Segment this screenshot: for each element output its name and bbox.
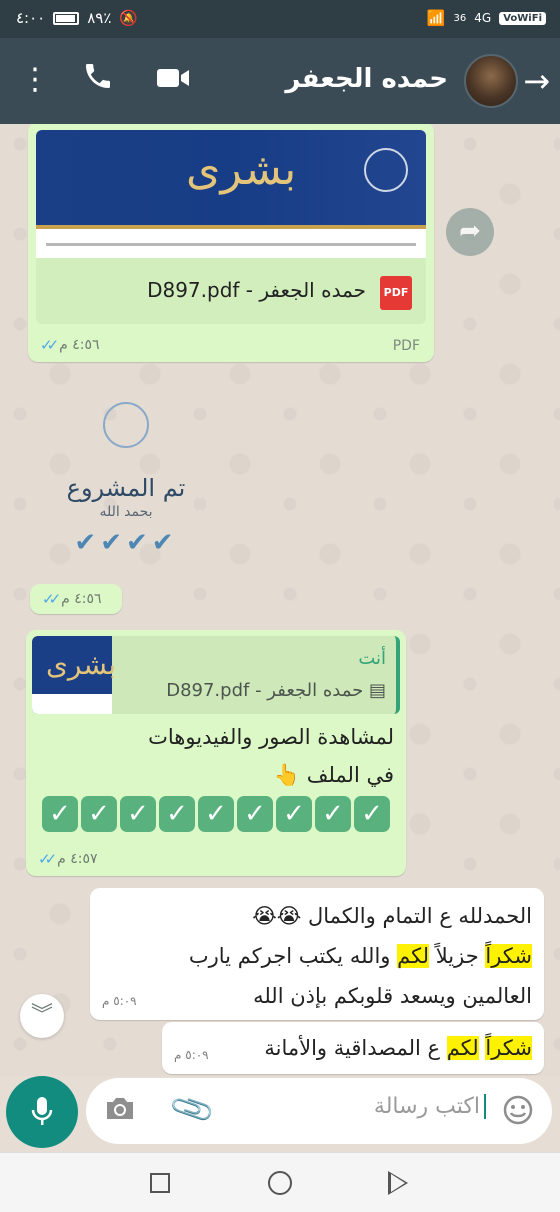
message-input[interactable]	[266, 1094, 486, 1119]
message-line-3: العالمين ويسعد قلوبكم بإذن الله	[253, 984, 532, 1008]
message-time: ٤:٥٧ م	[57, 851, 98, 867]
message-text: الحمدلله ع التمام والكمال 😭😭 شكراً جزيلا…	[189, 896, 532, 1016]
signal-label: 36	[453, 12, 467, 24]
battery-icon	[53, 11, 80, 25]
message-meta: ٤:٥٦ م ✓✓	[42, 590, 102, 608]
pdf-icon: PDF	[380, 276, 412, 310]
reply-line-1: لمشاهدة الصور والفيديوهات	[148, 725, 394, 749]
reply-line-2: في الملف 👆	[273, 763, 394, 787]
check-box-icon: ✓	[354, 796, 390, 832]
quoted-message[interactable]: بشرى أنت ▤ حمده الجعفر - D897.pdf	[32, 636, 400, 714]
system-nav-bar	[0, 1152, 560, 1212]
sticker-message[interactable]: تم المشروع بحمد الله ✔✔✔✔	[46, 402, 206, 577]
status-right: 📶 36 4G VoWiFi	[427, 9, 546, 27]
status-left: ٤:٠٠ ٨٩٪ 🔕	[16, 9, 138, 27]
battery-percent: ٨٩٪	[87, 9, 112, 27]
scroll-down-icon[interactable]: ︾	[20, 994, 64, 1038]
highlight-text: شكراً	[485, 1036, 532, 1060]
check-box-icon: ✓	[120, 796, 156, 832]
pdf-file-name: حمده الجعفر - D897.pdf	[147, 278, 366, 302]
check-box-icon: ✓	[237, 796, 273, 832]
company-logo-icon	[364, 148, 408, 192]
mute-icon: 🔕	[119, 9, 139, 27]
banner-image: بشرى	[36, 130, 426, 225]
incoming-message[interactable]: الحمدلله ع التمام والكمال 😭😭 شكراً جزيلا…	[90, 888, 544, 1020]
check-box-icon: ✓	[159, 796, 195, 832]
quote-thumbnail: بشرى	[32, 636, 116, 714]
emoji-icon[interactable]	[502, 1094, 534, 1133]
check-box-icon: ✓	[81, 796, 117, 832]
read-ticks-icon: ✓✓	[38, 850, 57, 868]
check-box-icon: ✓	[198, 796, 234, 832]
video-call-icon[interactable]	[155, 63, 191, 99]
chat-area[interactable]: بشرى PDF حمده الجعفر - D897.pdf PDF ٤:٥٦…	[0, 124, 560, 1076]
thumb-word: بشرى	[46, 648, 117, 681]
input-bar: 📎	[0, 1076, 560, 1152]
message-time: ٥:٠٩ م	[174, 1048, 209, 1062]
nav-back-icon[interactable]	[388, 1171, 408, 1195]
highlight-text: شكراً	[485, 944, 532, 968]
home-icon[interactable]	[268, 1171, 292, 1195]
document-icon: ▤	[368, 680, 386, 701]
voice-call-icon[interactable]	[82, 60, 114, 103]
message-meta: ٤:٥٦ م ✓✓	[40, 336, 100, 354]
forward-icon[interactable]: ➦	[446, 208, 494, 256]
highlight-text: لكم	[397, 944, 430, 968]
file-type: PDF	[392, 338, 420, 354]
status-bar: ٤:٠٠ ٨٩٪ 🔕 📶 36 4G VoWiFi	[0, 0, 560, 38]
plain-text: جزيلاً	[429, 944, 486, 968]
check-box-icon: ✓	[315, 796, 351, 832]
more-options-icon[interactable]: ⋮	[20, 60, 50, 100]
sticker-title: تم المشروع	[66, 474, 186, 502]
read-ticks-icon: ✓✓	[40, 336, 59, 354]
sticker-company-line	[46, 452, 206, 460]
message-time: ٥:٠٩ م	[102, 994, 137, 1008]
sticker-time-chip: ٤:٥٦ م ✓✓	[30, 584, 122, 614]
incoming-message[interactable]: شكراً لكم ع المصداقية والأمانة ٥:٠٩ م	[162, 1022, 544, 1074]
mic-button[interactable]	[6, 1076, 78, 1148]
check-box-icon: ✓	[276, 796, 312, 832]
pdf-preview[interactable]: بشرى	[36, 130, 426, 258]
banner-text	[36, 243, 426, 258]
check-row: ✓ ✓ ✓ ✓ ✓ ✓ ✓ ✓ ✓	[42, 796, 390, 832]
vowifi-badge: VoWiFi	[499, 11, 546, 25]
wifi-icon: 📶	[426, 9, 446, 27]
banner-word: بشرى	[186, 144, 297, 195]
quote-author: أنت	[358, 648, 386, 669]
pdf-message[interactable]: بشرى PDF حمده الجعفر - D897.pdf PDF ٤:٥٦…	[28, 124, 434, 362]
pdf-file-row[interactable]: PDF حمده الجعفر - D897.pdf	[36, 258, 426, 324]
reply-text: لمشاهدة الصور والفيديوهات في الملف 👆	[148, 718, 394, 794]
quote-file-text: حمده الجعفر - D897.pdf	[166, 680, 364, 701]
message-line-2: شكراً جزيلاً لكم والله يكتب اجركم يارب	[189, 936, 532, 976]
message-time: ٤:٥٦ م	[61, 591, 102, 607]
camera-icon[interactable]	[104, 1094, 136, 1129]
chat-header: ⋮ حمده الجعفر →	[0, 38, 560, 124]
back-arrow-icon[interactable]: →	[523, 62, 550, 100]
sticker-subtitle: بحمد الله	[99, 504, 153, 520]
contact-name[interactable]: حمده الجعفر	[285, 64, 448, 94]
recents-icon[interactable]	[150, 1173, 170, 1193]
highlight-text: لكم	[446, 1036, 479, 1060]
read-ticks-icon: ✓✓	[42, 590, 61, 608]
plain-text: ع المصداقية والأمانة	[264, 1036, 447, 1060]
message-field[interactable]: 📎	[86, 1078, 552, 1144]
reply-message[interactable]: بشرى أنت ▤ حمده الجعفر - D897.pdf لمشاهد…	[26, 630, 406, 876]
message-line-1: الحمدلله ع التمام والكمال 😭😭	[252, 904, 532, 928]
attach-icon[interactable]: 📎	[168, 1085, 218, 1134]
company-logo-icon	[103, 402, 149, 448]
plain-text: والله يكتب اجركم يارب	[188, 944, 398, 968]
avatar[interactable]	[464, 54, 518, 108]
quote-file-name: ▤ حمده الجعفر - D897.pdf	[166, 680, 386, 701]
message-meta: ٤:٥٧ م ✓✓	[38, 850, 98, 868]
message-time: ٤:٥٦ م	[59, 337, 100, 353]
banner-divider	[36, 225, 426, 229]
clock: ٤:٠٠	[16, 9, 46, 27]
check-box-icon: ✓	[42, 796, 78, 832]
sticker-checks: ✔✔✔✔	[74, 528, 178, 558]
network-type: 4G	[474, 11, 492, 25]
message-text: شكراً لكم ع المصداقية والأمانة	[264, 1028, 532, 1068]
